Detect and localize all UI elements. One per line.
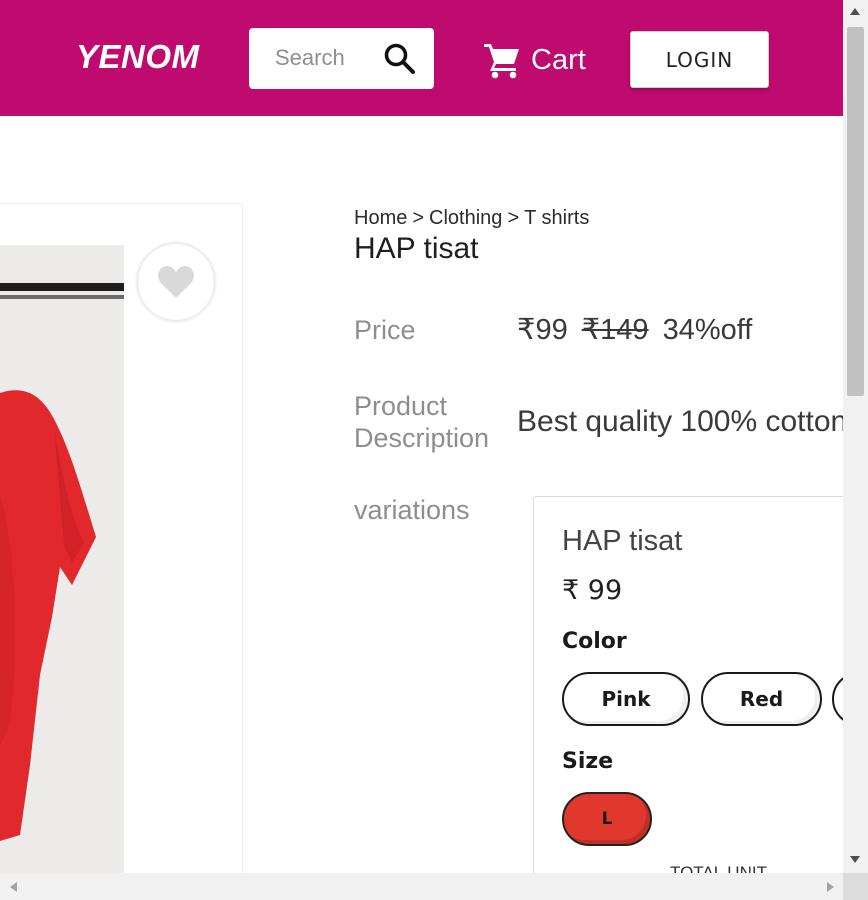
product-description: Best quality 100% cotton [517, 405, 843, 438]
color-option-pink[interactable]: Pink [562, 672, 690, 726]
description-label-line2: Description [354, 423, 490, 453]
tshirt-illustration [0, 245, 124, 873]
site-logo[interactable]: YENOM [76, 38, 200, 76]
cart-icon [484, 44, 519, 79]
search-input[interactable] [275, 44, 347, 72]
scrollbar-corner [843, 873, 868, 900]
search-icon[interactable] [383, 42, 417, 76]
scroll-right-arrow-icon[interactable] [827, 882, 834, 892]
wishlist-button[interactable] [138, 244, 214, 320]
breadcrumb-separator: > [412, 207, 425, 229]
total-unit-label: TOTAL UNIT [670, 863, 767, 873]
top-navbar: YENOM Cart LOGIN [0, 0, 843, 116]
selling-price: ₹99 [517, 314, 568, 346]
variation-price: ₹ 99 [562, 575, 623, 606]
product-image [0, 245, 124, 873]
cart-link[interactable]: Cart [482, 40, 586, 80]
color-option-more[interactable] [832, 672, 843, 726]
product-title: HAP tisat [354, 232, 479, 265]
color-option-red[interactable]: Red [701, 672, 822, 726]
breadcrumb-separator: > [507, 207, 520, 229]
description-label: Product Description [354, 390, 489, 454]
price-label: Price [354, 315, 416, 345]
description-label-line1: Product [354, 391, 448, 421]
scroll-left-arrow-icon[interactable] [10, 882, 17, 892]
vertical-scrollbar-thumb[interactable] [847, 27, 864, 396]
scroll-up-arrow-icon[interactable] [850, 8, 860, 15]
login-button[interactable]: LOGIN [630, 31, 769, 88]
cart-label: Cart [531, 43, 586, 76]
page-viewport: YENOM Cart LOGIN [0, 0, 843, 873]
price-row: ₹99 ₹149 34%off [517, 312, 752, 347]
breadcrumb: Home > Clothing > T shirts [354, 207, 589, 230]
breadcrumb-home[interactable]: Home [354, 207, 407, 229]
vertical-scrollbar[interactable] [843, 0, 868, 873]
breadcrumb-tshirts[interactable]: T shirts [524, 207, 589, 229]
variation-card: HAP tisat ₹ 99 Color Pink Red Size L TOT… [533, 496, 843, 873]
variations-label: variations [354, 495, 470, 525]
original-price: ₹149 [581, 314, 649, 346]
size-option-l[interactable]: L [562, 792, 652, 846]
discount-badge: 34%off [662, 314, 753, 346]
size-heading: Size [562, 749, 614, 774]
breadcrumb-clothing[interactable]: Clothing [429, 207, 502, 229]
variation-name: HAP tisat [562, 525, 683, 557]
horizontal-scrollbar[interactable] [0, 873, 843, 900]
heart-icon [158, 266, 194, 298]
scroll-down-arrow-icon[interactable] [850, 856, 860, 863]
color-heading: Color [562, 629, 627, 654]
